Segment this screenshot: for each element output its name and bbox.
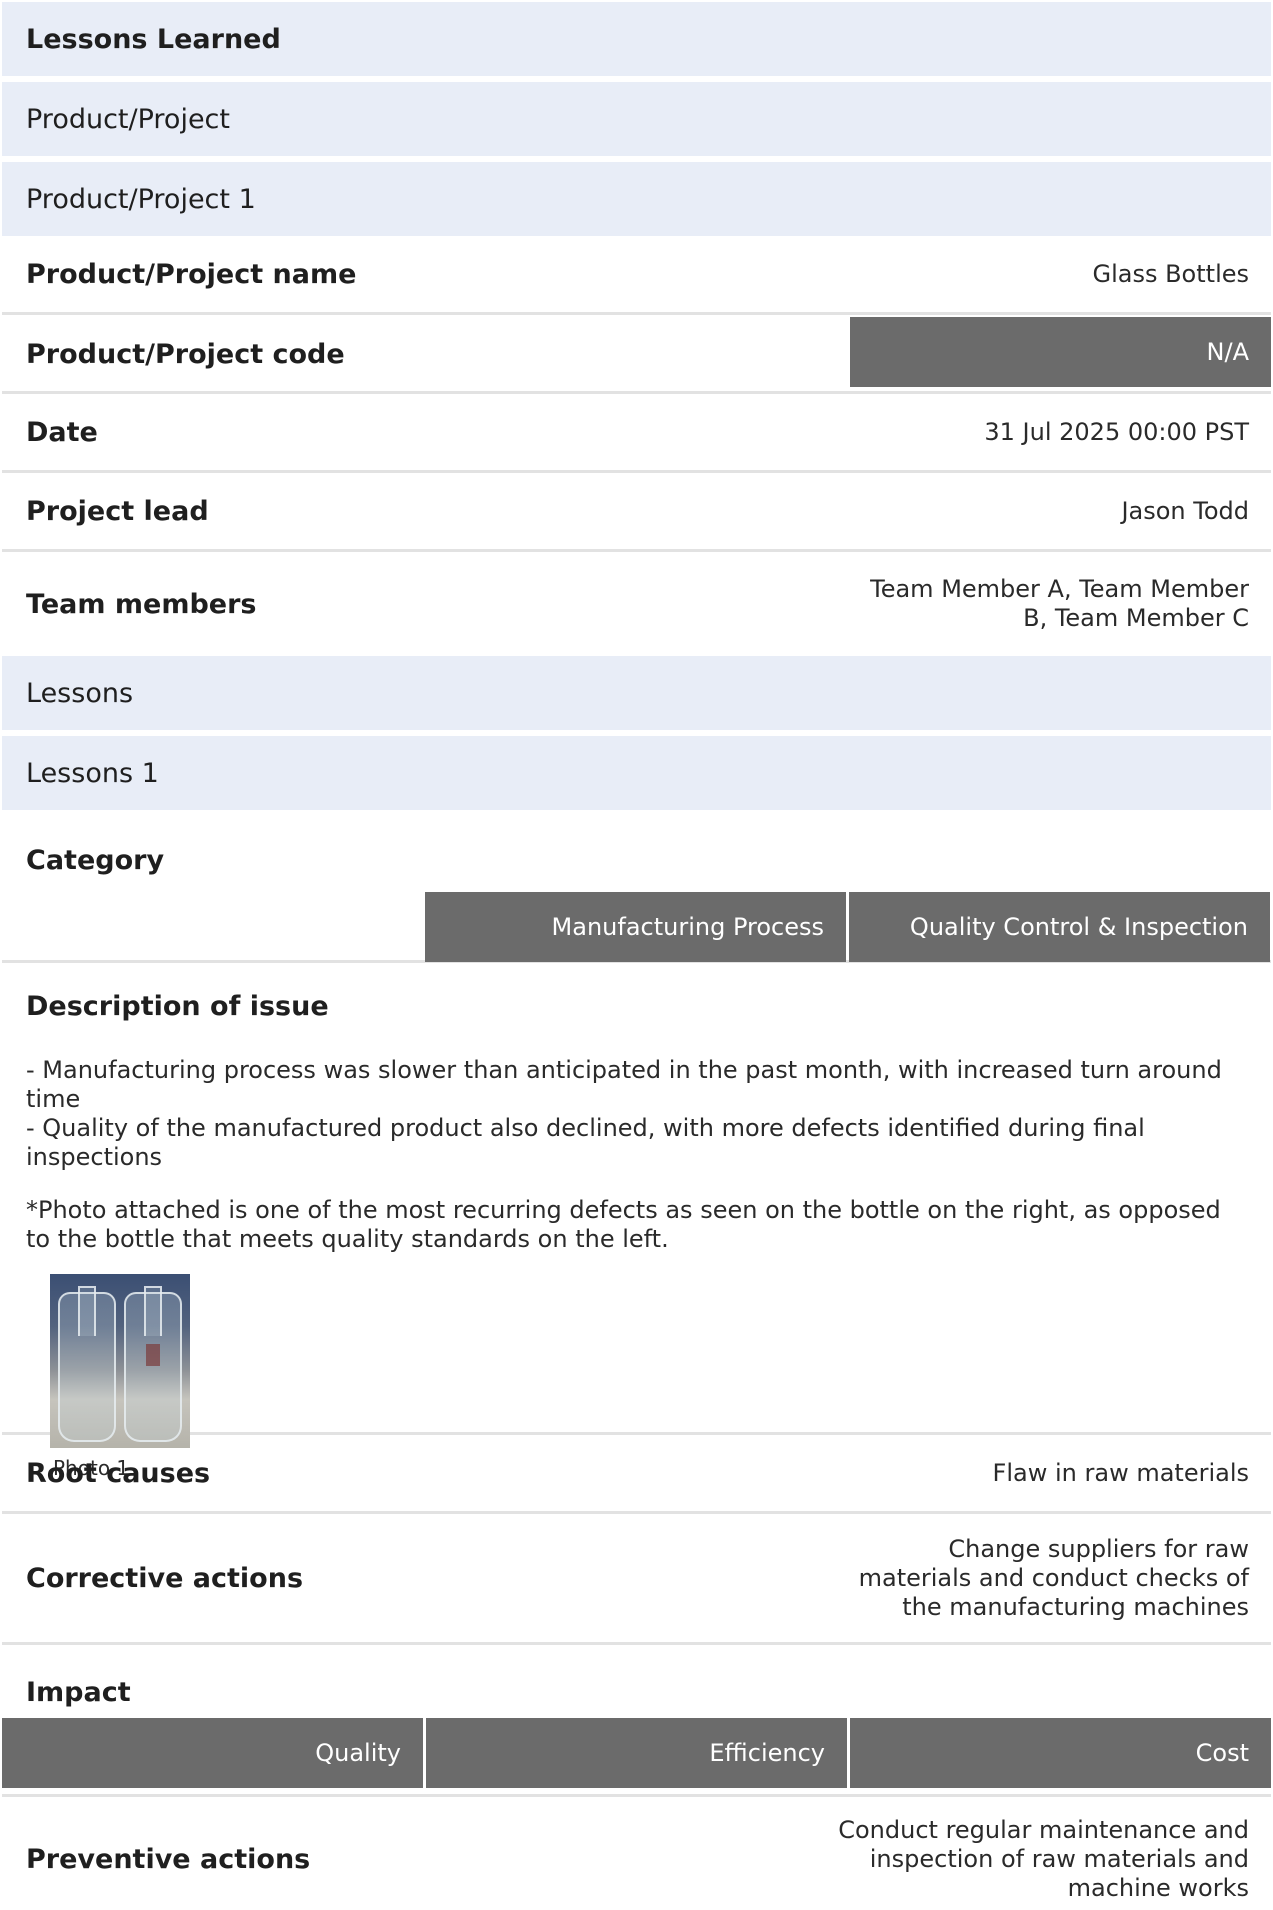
bottle-defect-icon (124, 1286, 182, 1442)
row-preventive-actions: Preventive actions Conduct regular maint… (2, 1797, 1271, 1910)
impact-label: Impact (26, 1677, 131, 1708)
team-members-line-2: B, Team Member C (1023, 604, 1249, 632)
impact-tag: Efficiency (426, 1718, 847, 1788)
impact-values: Quality Efficiency Cost (2, 1718, 1271, 1788)
product-code-value: N/A (850, 317, 1271, 387)
product-name-label: Product/Project name (26, 258, 357, 290)
project-lead-value: Jason Todd (1121, 496, 1249, 525)
root-causes-value: Flaw in raw materials (992, 1458, 1249, 1487)
product-name-value: Glass Bottles (1092, 259, 1249, 288)
team-members-value: Team Member A, Team Member B, Team Membe… (870, 575, 1249, 633)
row-product-name: Product/Project name Glass Bottles (2, 236, 1271, 315)
preventive-line: Conduct regular maintenance and (838, 1815, 1249, 1844)
section-product-project: Product/Project (2, 82, 1271, 156)
preventive-actions-label: Preventive actions (26, 1843, 311, 1875)
bottle-good-icon (58, 1286, 116, 1442)
corrective-line: Change suppliers for raw (948, 1534, 1249, 1563)
row-corrective-actions: Corrective actions Change suppliers for … (2, 1514, 1271, 1645)
row-date: Date 31 Jul 2025 00:00 PST (2, 394, 1271, 473)
preventive-line: machine works (1067, 1873, 1249, 1902)
section-lessons: Lessons (2, 656, 1271, 730)
report-title: Lessons Learned (2, 2, 1271, 76)
team-members-label: Team members (26, 588, 257, 620)
product-code-label: Product/Project code (26, 339, 345, 370)
date-label: Date (26, 416, 98, 448)
category-tag: Manufacturing Process (425, 892, 846, 962)
row-project-lead: Project lead Jason Todd (2, 473, 1271, 552)
root-causes-label: Root causes (26, 1457, 211, 1489)
defect-photo-thumbnail[interactable] (50, 1274, 190, 1448)
corrective-actions-label: Corrective actions (26, 1562, 304, 1594)
description-line: - Quality of the manufactured product al… (26, 1114, 1145, 1171)
row-root-causes: Root causes Flaw in raw materials (2, 1435, 1271, 1514)
row-impact: Impact Quality Efficiency Cost (2, 1645, 1271, 1797)
row-category: Category Manufacturing Process Quality C… (2, 810, 1271, 963)
corrective-line: materials and conduct checks of (858, 1563, 1249, 1592)
impact-tag: Cost (850, 1718, 1271, 1788)
lessons-learned-report: Lessons Learned Product/Project Product/… (0, 0, 1273, 1910)
row-description: Description of issue - Manufacturing pro… (2, 963, 1271, 1480)
impact-tag: Quality (2, 1718, 423, 1788)
category-tag: Quality Control & Inspection (849, 892, 1270, 962)
row-product-code: Product/Project code N/A (2, 315, 1271, 394)
project-lead-label: Project lead (26, 495, 209, 527)
description-line: - Manufacturing process was slower than … (26, 1056, 1222, 1113)
description-label: Description of issue (26, 991, 329, 1022)
preventive-line: inspection of raw materials and (869, 1844, 1249, 1873)
date-value: 31 Jul 2025 00:00 PST (984, 417, 1249, 446)
description-note: *Photo attached is one of the most recur… (26, 1196, 1221, 1253)
category-values: Manufacturing Process Quality Control & … (425, 892, 1270, 962)
team-members-line-1: Team Member A, Team Member (870, 575, 1249, 603)
subsection-lessons-1: Lessons 1 (2, 736, 1271, 810)
row-team-members: Team members Team Member A, Team Member … (2, 552, 1271, 656)
corrective-line: the manufacturing machines (902, 1592, 1249, 1621)
category-label: Category (26, 845, 165, 876)
subsection-product-project-1: Product/Project 1 (2, 162, 1271, 236)
corrective-actions-value: Change suppliers for raw materials and c… (859, 1535, 1249, 1622)
preventive-actions-value: Conduct regular maintenance and inspecti… (838, 1816, 1249, 1903)
